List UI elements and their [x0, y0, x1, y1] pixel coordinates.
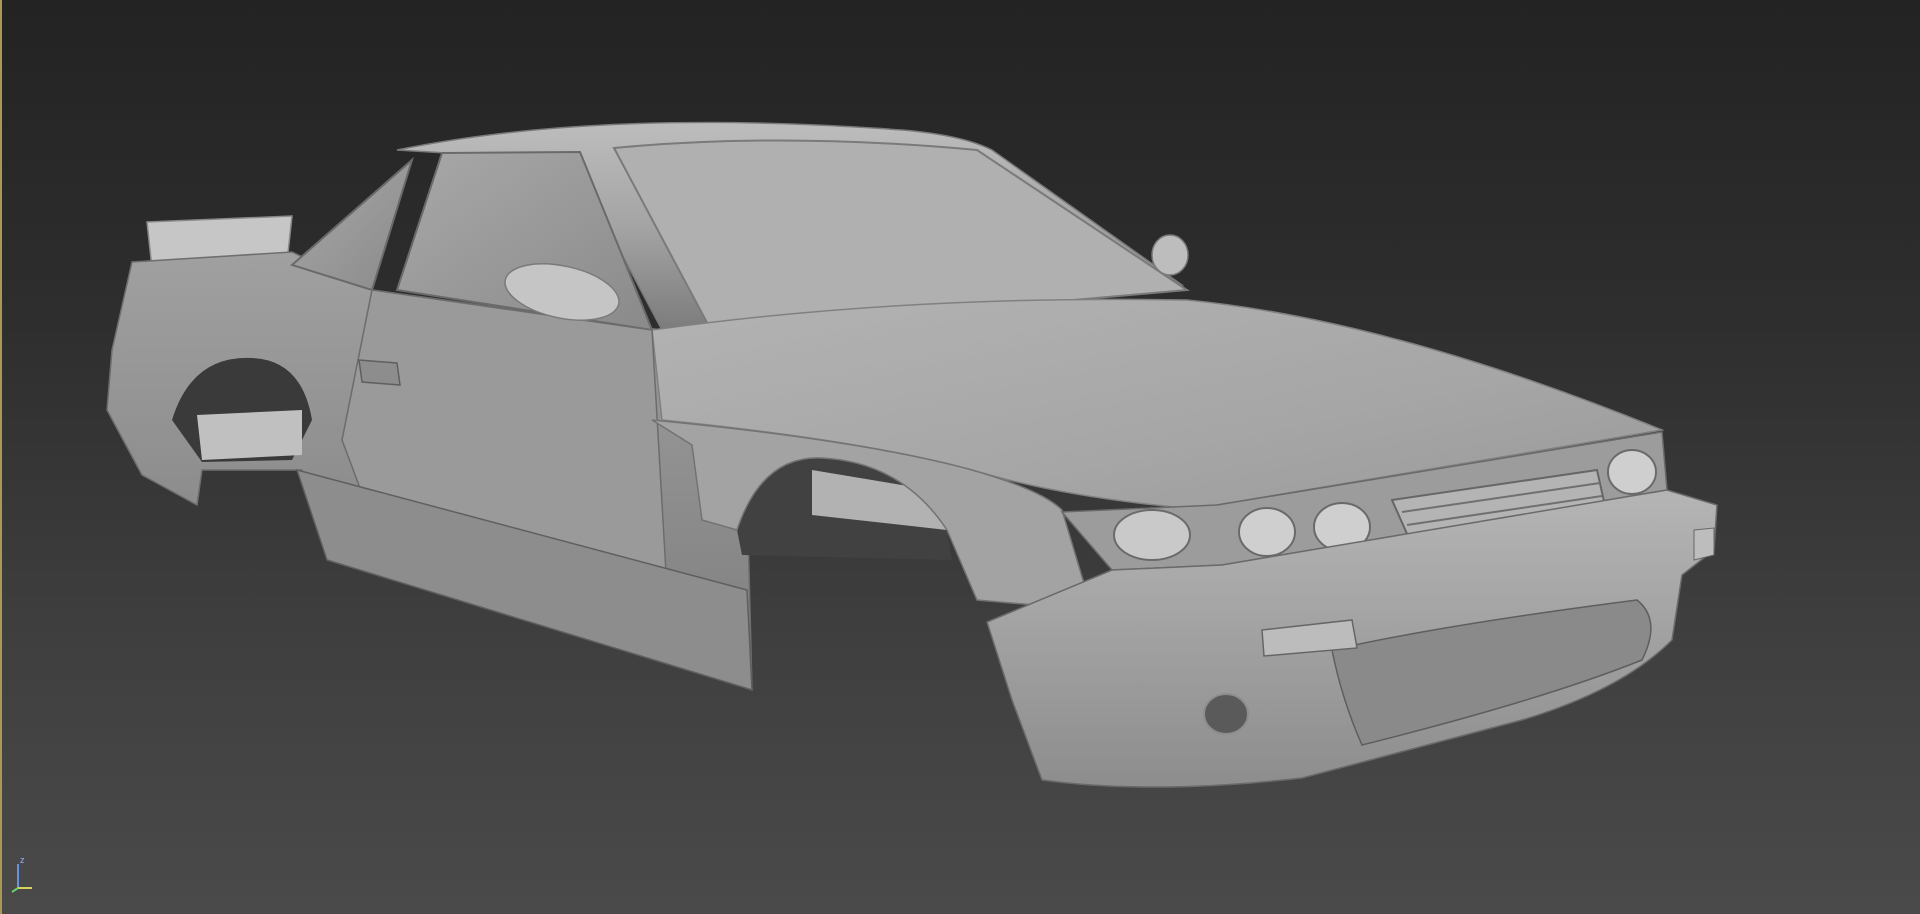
axis-gizmo: z [11, 855, 32, 893]
rear-side-window [289, 156, 414, 292]
headlight-right [1607, 449, 1657, 495]
z-axis-label: z [20, 855, 25, 865]
y-axis-line [11, 887, 19, 893]
car-body-model[interactable] [2, 0, 1920, 914]
door-handle [358, 359, 401, 386]
headlight-inner-left [1238, 507, 1296, 557]
side-mirror-right [1151, 234, 1189, 276]
side-marker [1693, 527, 1715, 561]
headlight-left [1113, 509, 1191, 561]
3d-viewport[interactable]: z [0, 0, 1920, 914]
fog-lamp [1203, 693, 1249, 735]
